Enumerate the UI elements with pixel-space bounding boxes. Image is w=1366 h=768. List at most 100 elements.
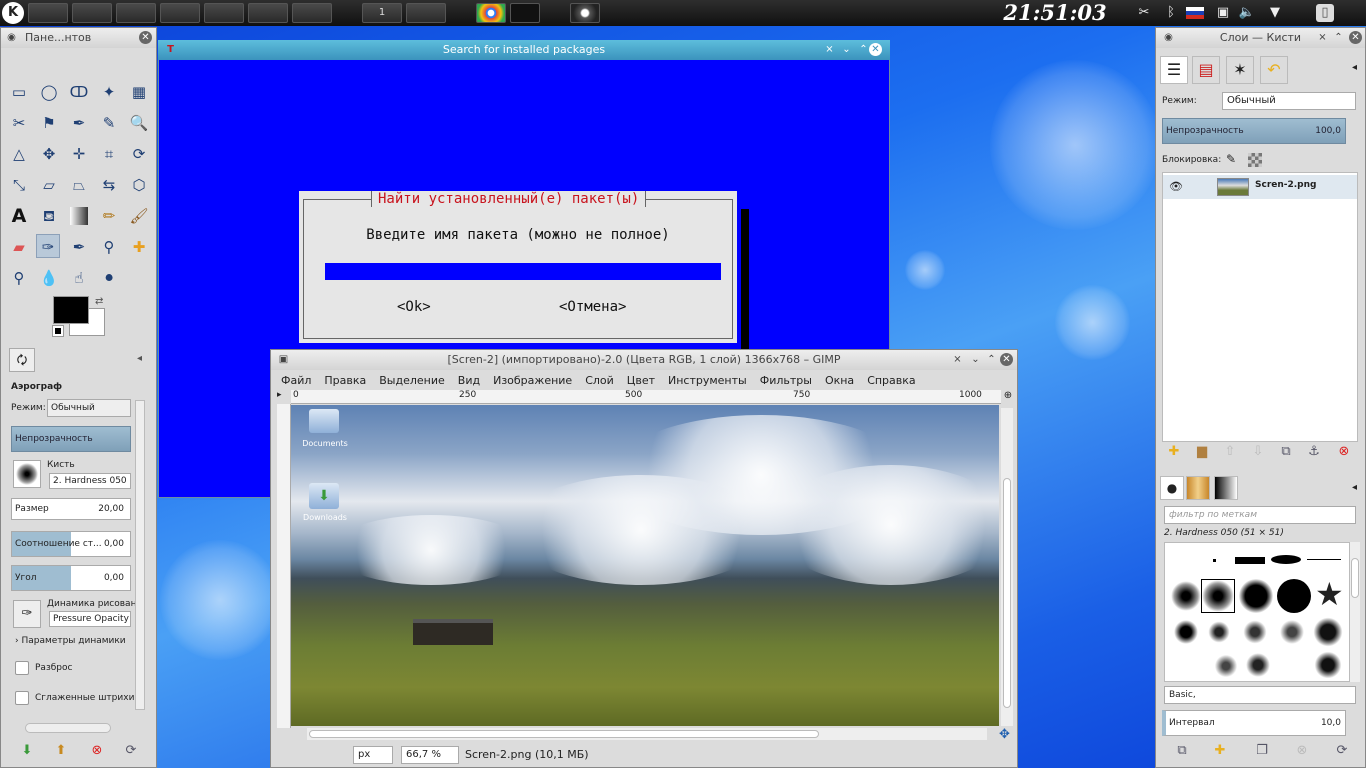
close-icon[interactable]: ✕ <box>1000 353 1013 366</box>
brush-pixel[interactable] <box>1213 559 1216 562</box>
ink-icon[interactable]: ✒ <box>67 235 91 259</box>
anchor-layer-icon[interactable]: ⚓ <box>1304 442 1324 462</box>
text-icon[interactable]: A <box>7 204 31 228</box>
keep-above-icon[interactable]: ⨯ <box>1316 31 1329 44</box>
perspective-clone-icon[interactable]: ⚲ <box>7 266 31 290</box>
zoom-select[interactable]: 66,7 % <box>401 746 459 764</box>
brushes-scrollbar[interactable] <box>1350 542 1360 682</box>
close-icon[interactable]: ✕ <box>869 43 882 56</box>
flip-icon[interactable]: ⇆ <box>97 173 121 197</box>
measure-icon[interactable]: △ <box>7 142 31 166</box>
clone-icon[interactable]: ⚲ <box>97 235 121 259</box>
menu-windows[interactable]: Окна <box>825 374 854 387</box>
mode-select[interactable]: Обычный <box>47 399 131 417</box>
volume-icon[interactable]: 🔈 <box>1238 4 1256 22</box>
opacity-slider[interactable]: Непрозрачность <box>11 426 131 452</box>
rotate-icon[interactable]: ⟳ <box>127 142 151 166</box>
gimp-launcher-icon[interactable] <box>570 3 600 23</box>
brush-hard[interactable] <box>1277 579 1311 613</box>
bluetooth-icon[interactable]: ᛒ <box>1162 4 1180 22</box>
task-4[interactable] <box>160 3 200 23</box>
menu-edit[interactable]: Правка <box>324 374 366 387</box>
patterns-tab-icon[interactable] <box>1186 476 1210 500</box>
task-2[interactable] <box>72 3 112 23</box>
brush-splatter[interactable] <box>1243 619 1267 645</box>
configure-tab-icon[interactable]: ◂ <box>1352 62 1357 73</box>
dodge-burn-icon[interactable]: ⚫ <box>97 266 121 290</box>
foreground-color-swatch[interactable] <box>53 296 89 324</box>
tool-options-tab[interactable]: 🗘 <box>9 348 35 372</box>
eye-icon[interactable]: 👁 <box>1169 180 1183 193</box>
scroll-thumb[interactable] <box>1003 478 1011 708</box>
configure-tab-icon[interactable]: ◂ <box>1352 482 1357 493</box>
vertical-ruler[interactable] <box>277 404 291 728</box>
horizontal-ruler[interactable]: 0 250 500 750 1000 <box>291 390 1001 404</box>
default-colors-icon[interactable] <box>52 325 64 337</box>
quick-mask-corner-icon[interactable]: ▸ <box>277 390 289 402</box>
brush-hardness-075[interactable] <box>1239 579 1273 613</box>
raise-layer-icon[interactable]: ⇧ <box>1220 442 1240 462</box>
task-3[interactable] <box>116 3 156 23</box>
brush-selected[interactable] <box>1201 579 1235 613</box>
fuzzy-select-icon[interactable]: ✦ <box>97 80 121 104</box>
pencil-icon[interactable]: ✏ <box>97 204 121 228</box>
brush-soft-small[interactable] <box>1171 581 1201 611</box>
keep-above-icon[interactable]: ⨯ <box>951 353 964 366</box>
maximize-icon[interactable]: ⌃ <box>1332 31 1345 44</box>
arrow-icon[interactable]: ▼ <box>1266 4 1284 22</box>
task-6[interactable] <box>248 3 288 23</box>
brush-line[interactable] <box>1307 559 1341 560</box>
save-options-icon[interactable]: ⬇ <box>17 741 37 761</box>
delete-layer-icon[interactable]: ⊗ <box>1334 442 1354 462</box>
brush-field[interactable]: 2. Hardness 050 <box>49 473 131 489</box>
smooth-stroke-checkbox[interactable] <box>15 691 29 705</box>
close-icon[interactable]: ✕ <box>1349 31 1362 44</box>
horizontal-scrollbar[interactable] <box>307 728 987 740</box>
desktop-pager[interactable]: 1 <box>362 3 402 23</box>
toolbox-titlebar[interactable]: Пане...нтов ◉ ✕ <box>1 28 156 48</box>
menu-filters[interactable]: Фильтры <box>760 374 812 387</box>
network-icon[interactable]: ▣ <box>1214 4 1232 22</box>
scissors-icon[interactable]: ✂ <box>1135 4 1153 22</box>
dock-titlebar[interactable]: Слои — Кисти ◉ ⨯ ⌃ ✕ <box>1156 28 1365 48</box>
eraser-icon[interactable]: ▰ <box>7 235 31 259</box>
brush-splatter[interactable] <box>1313 617 1343 647</box>
menu-layer[interactable]: Слой <box>585 374 614 387</box>
gradients-tab-icon[interactable] <box>1214 476 1238 500</box>
move-icon[interactable]: ✥ <box>37 142 61 166</box>
rect-select-icon[interactable]: ▭ <box>7 80 31 104</box>
minimize-icon[interactable]: ⌄ <box>969 353 982 366</box>
brush-splatter[interactable] <box>1207 621 1231 643</box>
tag-filter-input[interactable]: фильтр по меткам <box>1164 506 1356 524</box>
size-slider[interactable]: Размер 20,00 <box>11 498 131 520</box>
task-7[interactable] <box>292 3 332 23</box>
new-group-icon[interactable]: ▆ <box>1192 442 1212 462</box>
spacing-slider[interactable]: Интервал 10,0 <box>1162 710 1346 736</box>
brush-splatter[interactable] <box>1173 619 1199 645</box>
crop-icon[interactable]: ⌗ <box>97 142 121 166</box>
cancel-button[interactable]: <Отмена> <box>559 299 626 315</box>
zoom-fit-icon[interactable]: ✥ <box>999 727 1010 742</box>
lower-layer-icon[interactable]: ⇩ <box>1248 442 1268 462</box>
minimize-icon[interactable]: ⌄ <box>840 43 853 56</box>
brush-sponge[interactable] <box>1211 655 1241 677</box>
unit-select[interactable]: px <box>353 746 393 764</box>
desktop-pager-2[interactable] <box>406 3 446 23</box>
aspect-ratio-slider[interactable]: Соотношение ст... 0,00 <box>11 531 131 557</box>
dynamics-options-expander[interactable]: › Параметры динамики <box>15 636 126 646</box>
scissors-select-icon[interactable]: ✂ <box>7 111 31 135</box>
new-layer-icon[interactable]: ✚ <box>1164 442 1184 462</box>
channels-tab-icon[interactable]: ▤ <box>1192 56 1220 84</box>
menu-image[interactable]: Изображение <box>493 374 572 387</box>
scroll-thumb[interactable] <box>1351 558 1359 598</box>
brush-block-fuzzy[interactable] <box>1271 555 1301 564</box>
chrome-launcher-icon[interactable] <box>476 3 506 23</box>
task-1[interactable] <box>28 3 68 23</box>
angle-slider[interactable]: Угол 0,00 <box>11 565 131 591</box>
bucket-fill-icon[interactable]: ⛾ <box>37 204 61 228</box>
vertical-scrollbar[interactable] <box>1001 408 1013 726</box>
edit-brush-icon[interactable]: ⧉ <box>1172 741 1192 761</box>
brush-splatter[interactable] <box>1279 619 1305 645</box>
zoom-icon[interactable]: 🔍 <box>127 111 151 135</box>
perspective-icon[interactable]: ⏢ <box>67 173 91 197</box>
